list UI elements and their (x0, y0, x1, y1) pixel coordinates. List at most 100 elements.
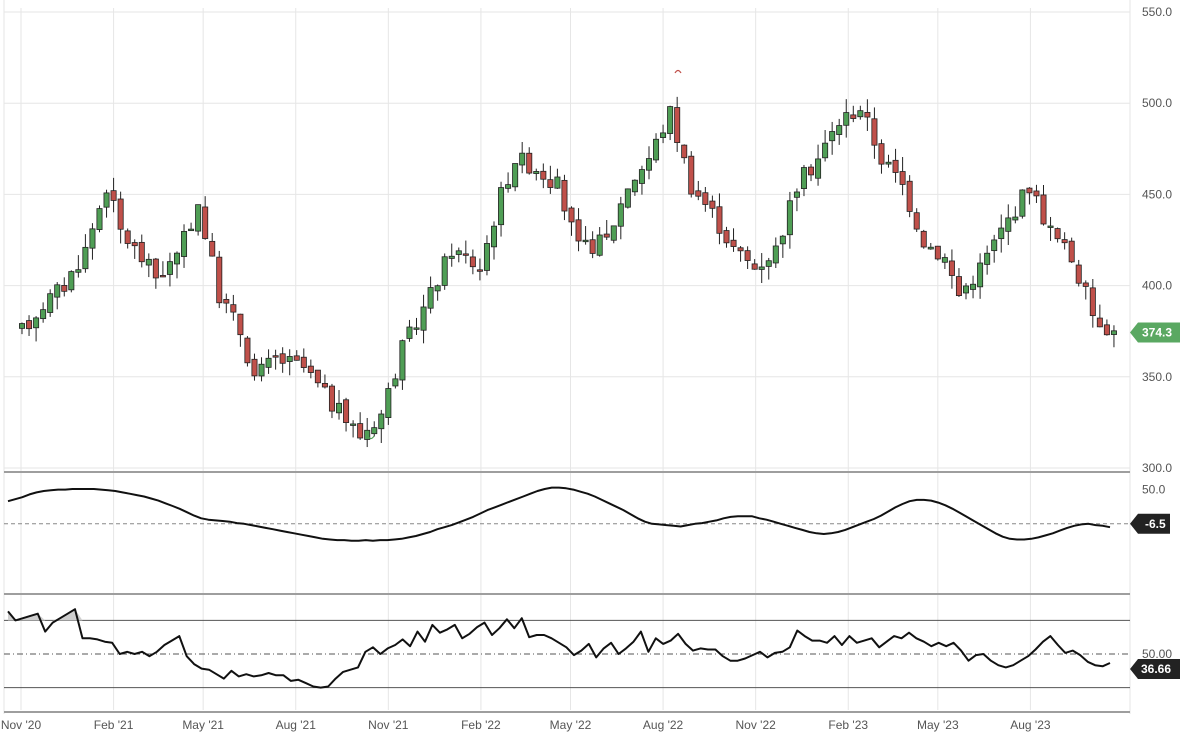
candle-up (653, 138, 660, 161)
momentum-tick-label: 50.0 (1142, 483, 1166, 497)
candle-up (645, 158, 652, 171)
candle-up (385, 388, 392, 418)
candle-down (948, 260, 955, 276)
price-tick-label: 400.0 (1142, 279, 1172, 293)
candle-up (758, 266, 765, 270)
candle-down (124, 230, 131, 244)
candle-down (202, 206, 209, 239)
candle-down (1040, 194, 1047, 225)
candle-down (913, 212, 920, 230)
candle-up (836, 125, 843, 135)
candle-down (293, 355, 300, 361)
candle-down (744, 250, 751, 261)
candle-up (505, 184, 512, 189)
candle-up (829, 131, 836, 142)
candle-down (1061, 239, 1068, 244)
candle-up (33, 317, 40, 329)
candle-down (737, 247, 744, 252)
candle-down (681, 144, 688, 159)
candle-down (476, 269, 483, 272)
x-tick-label: Aug '21 (276, 718, 317, 732)
candle-up (286, 356, 293, 362)
candle-up (772, 245, 779, 264)
panel-separators (4, 471, 1130, 713)
candle-down (244, 337, 251, 364)
candle-up (512, 163, 519, 188)
candle-up (420, 306, 427, 331)
candle-down (955, 276, 962, 297)
candle-down (751, 263, 758, 270)
candle-down (899, 171, 906, 185)
stock-chart[interactable]: Nov '20 Feb '21 May '21 Aug '21 Nov '21 Feb '… (0, 0, 1200, 748)
candle-down (1089, 287, 1096, 317)
momentum-panel (4, 486, 1130, 542)
candle-down (526, 152, 533, 174)
candle-up (667, 106, 674, 134)
grid-lines (3, 0, 1131, 714)
candle-down (357, 423, 364, 439)
candle-down (307, 365, 314, 373)
candle-up (491, 225, 498, 248)
candle-up (371, 427, 378, 435)
candle-up (54, 284, 61, 298)
candle-down (328, 385, 335, 412)
candle-down (159, 275, 166, 278)
candle-up (89, 228, 96, 249)
price-tick-label: 450.0 (1142, 187, 1172, 201)
candle-up (617, 203, 624, 227)
candle-up (554, 176, 561, 189)
candle-down (702, 192, 709, 205)
candle-up (765, 260, 772, 267)
candle-down (343, 399, 350, 424)
candle-down (674, 107, 681, 143)
candle-up (427, 287, 434, 309)
candle-up (519, 152, 526, 166)
candle-up (103, 192, 110, 208)
candle-up (173, 252, 180, 265)
x-tick-label: Feb '21 (94, 718, 134, 732)
candle-up (145, 258, 152, 266)
candle-up (336, 402, 343, 414)
candle-down (878, 143, 885, 165)
candle-down (688, 155, 695, 195)
candle-down (117, 198, 124, 230)
price-panel (18, 69, 1117, 448)
candle-down (110, 190, 117, 201)
candle-up (970, 283, 977, 290)
last-price-tag-label: 374.3 (1142, 325, 1172, 339)
candle-up (498, 187, 505, 226)
candle-down (300, 356, 307, 368)
candle-down (850, 114, 857, 119)
candle-down (1054, 228, 1061, 240)
candle-up (195, 204, 202, 232)
candle-down (216, 256, 223, 304)
candle-down (138, 241, 145, 263)
candle-up (378, 413, 385, 430)
candle-down (1068, 240, 1075, 263)
candle-up (638, 169, 645, 184)
candle-down (321, 382, 328, 388)
candle-down (892, 159, 899, 173)
candle-up (963, 285, 970, 294)
candle-up (631, 179, 638, 193)
candle-down (462, 253, 469, 256)
candle-up (258, 363, 265, 377)
candle-up (815, 158, 822, 179)
candle-up (96, 208, 103, 230)
candle-down (469, 256, 476, 268)
candle-down (272, 355, 279, 358)
candle-up (885, 161, 892, 165)
axes: Nov '20 Feb '21 May '21 Aug '21 Nov '21 Feb '… (1, 5, 1180, 732)
candle-down (61, 284, 68, 292)
x-tick-label: Nov '22 (736, 718, 777, 732)
momentum-value-tag-label: -6.5 (1145, 517, 1166, 531)
candle-down (906, 180, 913, 212)
candle-down (230, 304, 237, 313)
candle-up (181, 231, 188, 257)
candle-down (603, 233, 610, 238)
candle-up (483, 243, 490, 271)
candle-down (540, 170, 547, 180)
candle-down (575, 219, 582, 242)
candle-down (223, 299, 230, 304)
candle-up (822, 142, 829, 159)
